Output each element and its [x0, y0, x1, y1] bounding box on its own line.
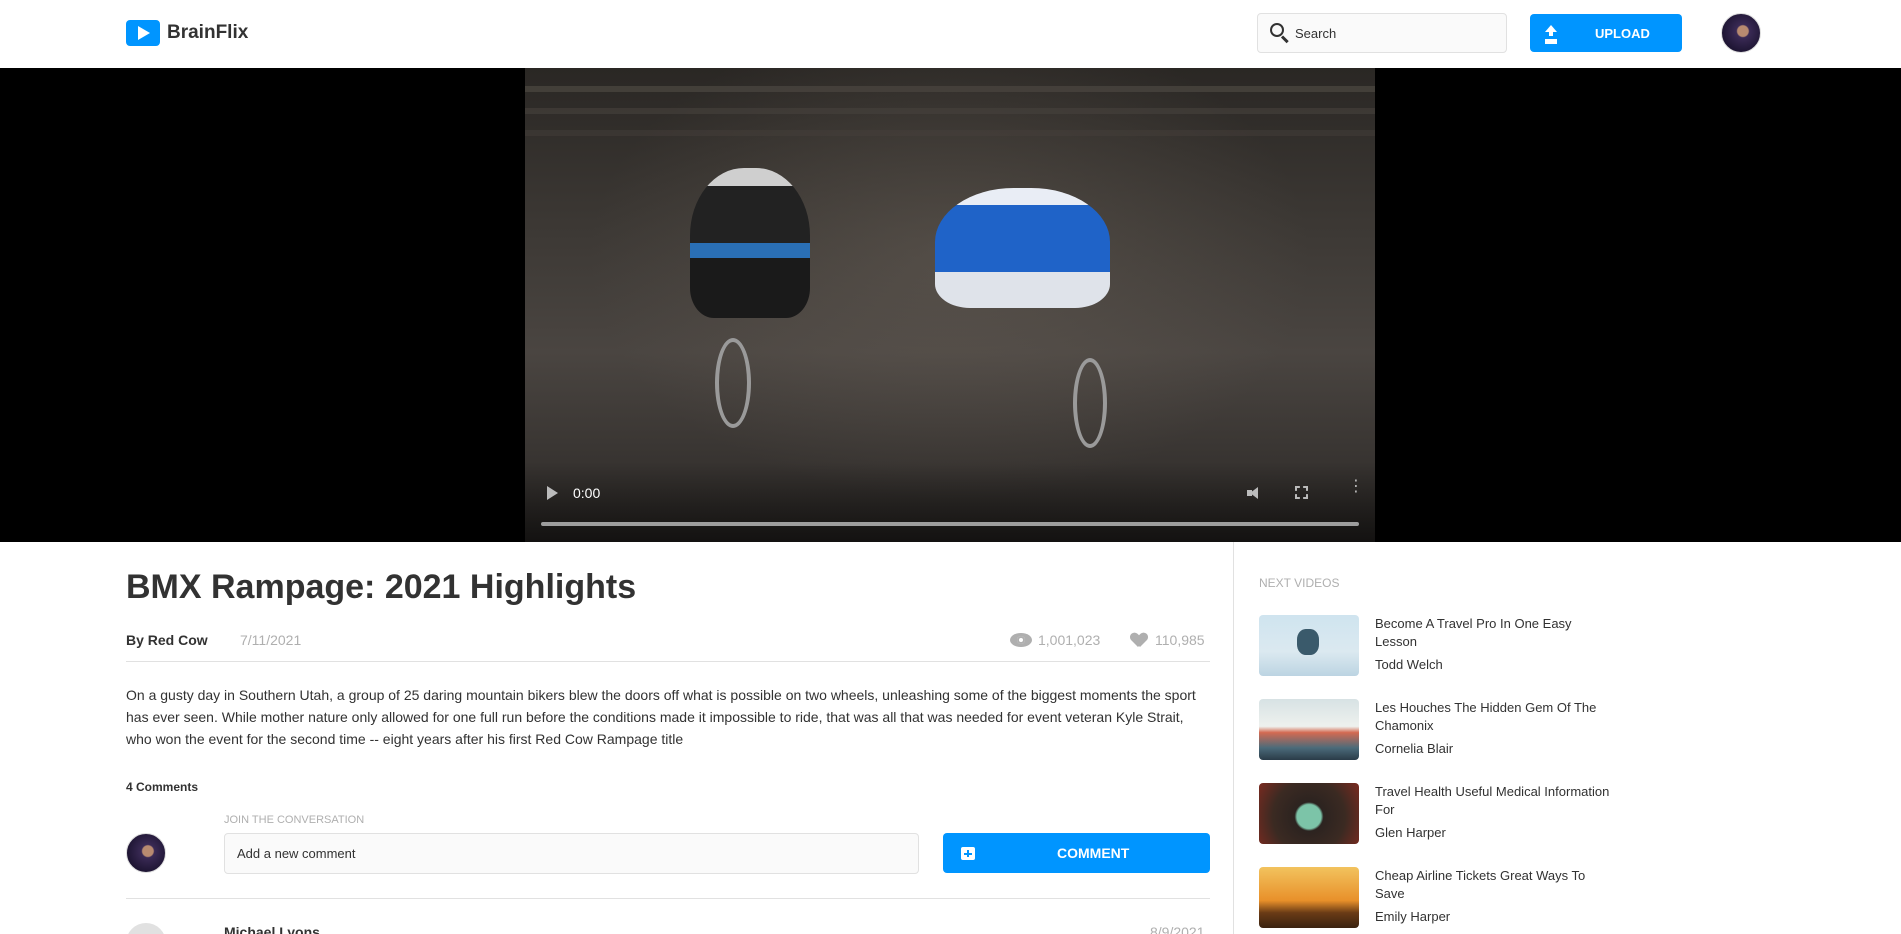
video-frame-rider	[935, 188, 1110, 308]
next-videos-label: NEXT VIDEOS	[1259, 576, 1340, 590]
sidebar-divider	[1233, 542, 1234, 934]
comment-input[interactable]	[224, 833, 919, 874]
video-frame-detail	[525, 86, 1375, 92]
video-thumbnail[interactable]	[1259, 615, 1359, 676]
upload-button[interactable]: UPLOAD	[1530, 14, 1682, 52]
comment-button[interactable]: COMMENT	[943, 833, 1210, 873]
fullscreen-icon[interactable]	[1295, 486, 1308, 499]
video-description: On a gusty day in Southern Utah, a group…	[126, 687, 1196, 747]
next-video-author: Todd Welch	[1375, 657, 1443, 672]
add-comment-icon	[961, 846, 975, 860]
video-thumbnail[interactable]	[1259, 783, 1359, 844]
next-video-author: Glen Harper	[1375, 825, 1446, 840]
comment-avatar	[126, 923, 166, 934]
divider	[126, 898, 1210, 899]
comment-button-label: COMMENT	[1057, 845, 1130, 861]
next-video-item[interactable]: Les Houches The Hidden Gem Of The Chamon…	[1259, 699, 1619, 761]
likes-stat: 110,985	[1131, 632, 1205, 648]
comments-count: 4 Comments	[126, 780, 199, 794]
next-video-title[interactable]: Travel Health Useful Medical Information…	[1375, 783, 1615, 819]
brainflix-logo[interactable]: BrainFlix	[126, 20, 248, 46]
play-icon[interactable]	[545, 486, 559, 500]
video-frame-wheel	[715, 338, 751, 428]
upload-label: UPLOAD	[1595, 25, 1650, 41]
video-player[interactable]: 0:00 ⋮	[525, 68, 1375, 542]
video-author: By Red Cow	[126, 632, 208, 648]
logo-text: BrainFlix	[167, 22, 249, 43]
player-controls: 0:00 ⋮	[525, 462, 1375, 542]
progress-bar[interactable]	[541, 522, 1359, 526]
commenter-avatar	[126, 833, 166, 873]
eye-icon	[1010, 633, 1032, 647]
next-video-item[interactable]: Cheap Airline Tickets Great Ways To Save…	[1259, 867, 1619, 929]
video-meta: By Red Cow 7/11/2021 1,001,023 110,985	[126, 632, 1210, 662]
video-frame-rider	[690, 168, 810, 318]
next-video-title[interactable]: Cheap Airline Tickets Great Ways To Save	[1375, 867, 1615, 903]
next-video-item[interactable]: Become A Travel Pro In One Easy Lesson T…	[1259, 615, 1619, 677]
views-stat: 1,001,023	[1010, 632, 1100, 648]
video-title: BMX Rampage: 2021 Highlights	[126, 568, 637, 606]
next-video-title[interactable]: Les Houches The Hidden Gem Of The Chamon…	[1375, 699, 1615, 735]
next-video-item[interactable]: Travel Health Useful Medical Information…	[1259, 783, 1619, 845]
search-icon	[1267, 20, 1293, 46]
comment-date: 8/9/2021	[1150, 924, 1205, 934]
volume-icon[interactable]	[1247, 486, 1263, 500]
video-section: 0:00 ⋮	[0, 68, 1901, 542]
heart-icon	[1131, 633, 1147, 647]
video-thumbnail[interactable]	[1259, 699, 1359, 760]
video-frame-wheel	[1073, 358, 1107, 448]
site-header: BrainFlix UPLOAD	[0, 0, 1901, 68]
next-video-author: Cornelia Blair	[1375, 741, 1454, 756]
search-box[interactable]	[1257, 13, 1507, 53]
current-time: 0:00	[573, 485, 601, 501]
video-frame-detail	[525, 108, 1375, 114]
play-logo-icon	[126, 20, 160, 46]
user-avatar[interactable]	[1721, 13, 1761, 53]
next-video-author: Emily Harper	[1375, 909, 1451, 924]
comment-author: Michael Lyons	[224, 924, 320, 934]
video-date: 7/11/2021	[240, 632, 302, 648]
views-count: 1,001,023	[1038, 632, 1101, 648]
likes-count: 110,985	[1155, 632, 1205, 648]
video-frame-detail	[525, 130, 1375, 136]
search-input[interactable]	[1295, 25, 1495, 41]
more-options-icon[interactable]: ⋮	[1348, 479, 1364, 500]
next-video-title[interactable]: Become A Travel Pro In One Easy Lesson	[1375, 615, 1615, 651]
video-thumbnail[interactable]	[1259, 867, 1359, 928]
join-conversation-label: JOIN THE CONVERSATION	[224, 814, 365, 826]
upload-icon	[1544, 25, 1558, 41]
